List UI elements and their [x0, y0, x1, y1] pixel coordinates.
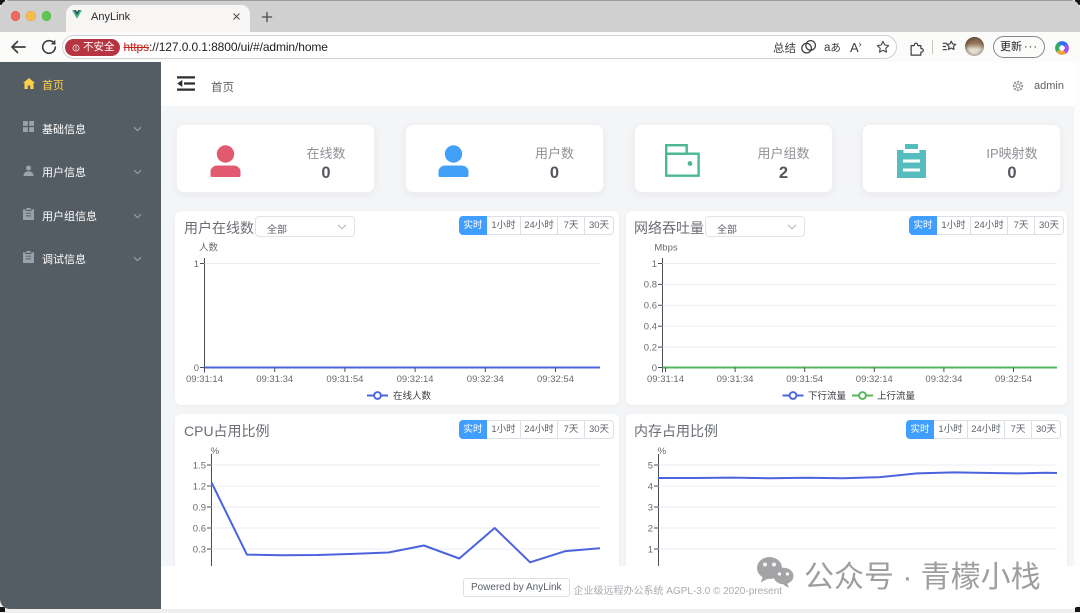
svg-text:09:31:14: 09:31:14	[647, 374, 684, 385]
svg-text:09:32:34: 09:32:34	[925, 374, 962, 385]
svg-text:0.3: 0.3	[193, 544, 206, 555]
svg-text:09:32:54: 09:32:54	[995, 374, 1032, 385]
svg-text:人数: 人数	[199, 241, 219, 253]
svg-text:1.2: 1.2	[193, 481, 206, 492]
svg-text:3: 3	[648, 502, 653, 513]
svg-text:1: 1	[652, 259, 657, 270]
svg-text:0.9: 0.9	[193, 502, 206, 513]
svg-text:0: 0	[652, 363, 657, 374]
svg-text:0.2: 0.2	[644, 342, 657, 353]
svg-text:上行流量: 上行流量	[877, 390, 916, 402]
svg-text:0.4: 0.4	[644, 322, 657, 333]
svg-text:0.6: 0.6	[193, 523, 206, 534]
svg-text:下行流量: 下行流量	[808, 390, 847, 402]
svg-text:09:31:34: 09:31:34	[717, 374, 754, 385]
svg-text:09:31:34: 09:31:34	[256, 374, 293, 385]
svg-text:1: 1	[194, 259, 199, 270]
svg-text:1: 1	[648, 544, 653, 555]
svg-text:%: %	[658, 446, 667, 457]
svg-text:在线人数: 在线人数	[393, 390, 432, 402]
svg-text:2: 2	[648, 523, 653, 534]
svg-text:5: 5	[648, 460, 653, 471]
svg-text:%: %	[211, 446, 220, 457]
svg-text:0: 0	[194, 363, 199, 374]
svg-text:09:31:54: 09:31:54	[326, 374, 363, 385]
svg-text:09:32:34: 09:32:34	[467, 374, 504, 385]
svg-text:1.5: 1.5	[193, 460, 206, 471]
svg-text:09:31:54: 09:31:54	[786, 374, 823, 385]
svg-text:0.8: 0.8	[644, 280, 657, 291]
svg-text:09:32:14: 09:32:14	[856, 374, 893, 385]
svg-text:0.6: 0.6	[644, 301, 657, 312]
svg-text:09:32:54: 09:32:54	[537, 374, 574, 385]
svg-text:4: 4	[648, 481, 653, 492]
svg-text:09:31:14: 09:31:14	[186, 374, 223, 385]
svg-text:09:32:14: 09:32:14	[397, 374, 434, 385]
svg-text:Mbps: Mbps	[654, 242, 677, 253]
